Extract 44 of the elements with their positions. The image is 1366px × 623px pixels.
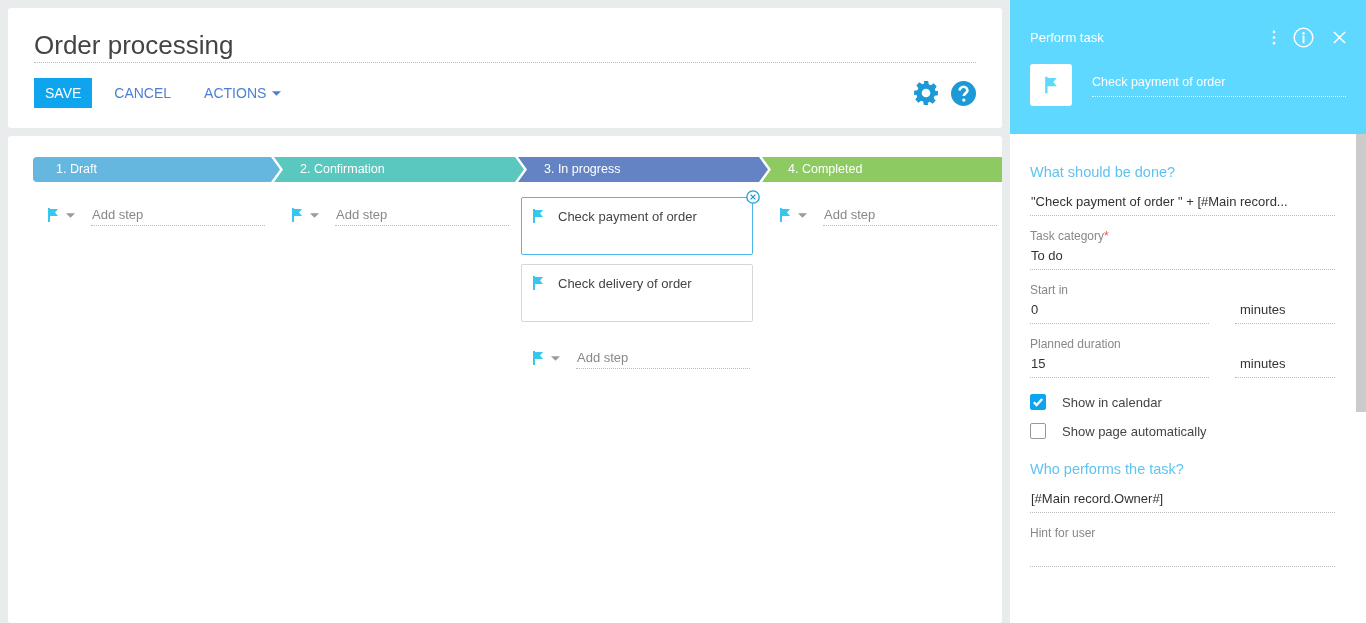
stage-chevron[interactable]: 3. In progress bbox=[518, 157, 768, 182]
section-heading: What should be done? bbox=[1030, 164, 1177, 180]
field-label: Hint for user bbox=[1030, 525, 1097, 541]
field-label: Planned duration bbox=[1030, 336, 1122, 352]
more-icon[interactable] bbox=[1272, 29, 1276, 45]
flag-icon[interactable] bbox=[291, 208, 303, 222]
cancel-button[interactable]: CANCEL bbox=[103, 78, 183, 108]
checkbox-label: Show page automatically bbox=[1062, 423, 1207, 439]
page-title: Order processing bbox=[34, 30, 976, 63]
step-title: Check delivery of order bbox=[558, 276, 692, 291]
text-field[interactable]: [#Main record.Owner#] bbox=[1030, 487, 1335, 513]
flag-icon bbox=[532, 209, 544, 223]
number-field[interactable]: 15 bbox=[1030, 352, 1209, 378]
checkbox[interactable] bbox=[1030, 394, 1046, 410]
caret-icon[interactable] bbox=[551, 355, 560, 361]
scrollbar[interactable] bbox=[1356, 134, 1366, 412]
step-card[interactable]: Check delivery of order bbox=[521, 264, 753, 322]
actions-menu-button[interactable]: ACTIONS bbox=[193, 78, 293, 108]
unit-dropdown[interactable]: minutes bbox=[1235, 352, 1335, 378]
field-label: Start in bbox=[1030, 282, 1069, 298]
unit-dropdown[interactable]: minutes bbox=[1235, 298, 1335, 324]
caret-icon bbox=[272, 90, 282, 96]
checkbox-label: Show in calendar bbox=[1062, 394, 1162, 410]
close-icon[interactable] bbox=[746, 190, 760, 204]
flag-icon bbox=[532, 276, 544, 290]
caret-icon[interactable] bbox=[66, 212, 75, 218]
caret-icon[interactable] bbox=[798, 212, 807, 218]
field-label: Task category* bbox=[1030, 228, 1110, 244]
caret-icon[interactable] bbox=[310, 212, 319, 218]
info-icon[interactable] bbox=[1293, 26, 1314, 48]
text-field[interactable]: To do bbox=[1030, 244, 1335, 270]
section-heading: Who performs the task? bbox=[1030, 461, 1185, 477]
flag-icon[interactable] bbox=[779, 208, 791, 222]
number-field[interactable]: 0 bbox=[1030, 298, 1209, 324]
settings-icon[interactable] bbox=[913, 80, 939, 106]
step-title: Check payment of order bbox=[558, 209, 697, 224]
text-field[interactable]: "Check payment of order " + [#Main record... bbox=[1030, 190, 1335, 216]
panel-title: Perform task bbox=[1030, 29, 1105, 45]
flag-icon[interactable] bbox=[47, 208, 59, 222]
flag-icon bbox=[1044, 76, 1058, 94]
help-icon[interactable] bbox=[951, 80, 976, 106]
checkbox[interactable] bbox=[1030, 423, 1046, 439]
step-card[interactable]: Check payment of order bbox=[521, 197, 753, 255]
flag-icon[interactable] bbox=[532, 351, 544, 365]
